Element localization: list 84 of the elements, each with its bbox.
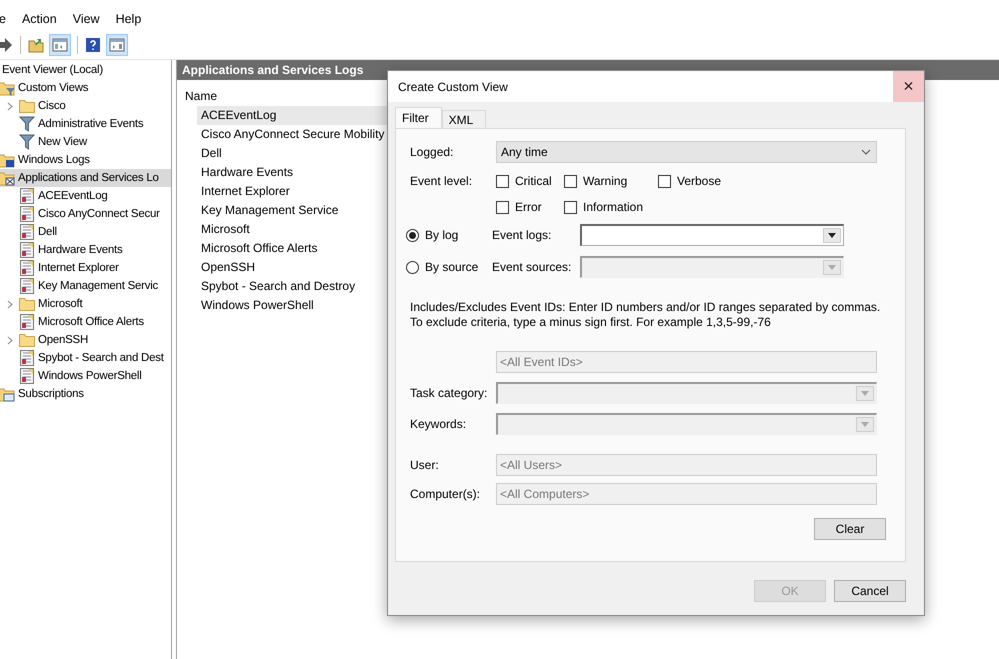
field-label: User:	[410, 458, 440, 472]
folder-icon	[19, 297, 35, 311]
folder-up-icon[interactable]	[28, 37, 44, 53]
log-file-icon	[20, 368, 34, 384]
pane-icon[interactable]	[109, 37, 125, 53]
list-row[interactable]: Microsoft	[197, 220, 387, 239]
tree-item[interactable]: Hardware Events	[2, 241, 171, 259]
tree-item[interactable]: Dell	[2, 223, 171, 241]
field-label: Event level:	[410, 174, 474, 188]
forward-arrow-icon[interactable]	[0, 37, 14, 53]
checkbox[interactable]: Error	[496, 200, 564, 214]
tree-item[interactable]: Subscriptions	[0, 385, 171, 403]
expand-chevron-icon[interactable]	[7, 102, 13, 110]
checkbox[interactable]: Critical	[496, 174, 564, 188]
folder-icon	[19, 99, 35, 113]
folder-filter-icon	[0, 80, 16, 96]
logged-dropdown[interactable]: Any time	[496, 141, 877, 163]
help-icon[interactable]	[85, 37, 101, 53]
tree-item[interactable]: Custom Views	[0, 79, 171, 97]
column-header[interactable]: Name	[177, 86, 385, 106]
tree-item[interactable]: Administrative Events	[2, 115, 171, 133]
expand-chevron-icon[interactable]	[7, 336, 13, 344]
checkbox[interactable]: Verbose	[658, 174, 891, 188]
field-label: Event sources:	[492, 260, 572, 274]
tab[interactable]: Filter	[395, 107, 442, 128]
tree-item[interactable]: Internet Explorer	[2, 259, 171, 277]
dialog-button[interactable]: Cancel	[834, 580, 906, 602]
log-file-icon	[20, 314, 34, 330]
list-row[interactable]: Spybot - Search and Destroy	[197, 277, 387, 296]
tree-item[interactable]: Windows Logs	[0, 151, 171, 169]
folder-icon	[0, 386, 16, 402]
chevron-down-icon	[861, 149, 871, 155]
help-text: Includes/Excludes Event IDs: Enter ID numbers and/or ID ranges separated by commas. To exclude criteria, type a minus sign first. For example 1,3,5-99,-76	[410, 300, 882, 330]
tree-item[interactable]: Windows PowerShell	[2, 367, 171, 385]
folder-icon	[0, 170, 16, 186]
list-row[interactable]: ACEEventLog	[197, 106, 387, 125]
tree-item[interactable]: Microsoft	[2, 295, 171, 313]
tree-item[interactable]: Key Management Servic	[2, 277, 171, 295]
tree-item[interactable]: ACEEventLog	[2, 187, 171, 205]
close-button[interactable]: ×	[893, 71, 924, 102]
log-file-icon	[20, 188, 34, 204]
tree-item[interactable]: New View	[2, 133, 171, 151]
log-file-icon	[20, 350, 34, 366]
list-row[interactable]: Internet Explorer	[197, 182, 387, 201]
log-file-icon	[20, 206, 34, 222]
log-dropdown[interactable]	[580, 224, 844, 246]
expand-chevron-icon[interactable]	[7, 300, 13, 308]
log-file-icon	[20, 278, 34, 294]
tab[interactable]: XML	[442, 110, 486, 128]
checkbox[interactable]: Warning	[564, 174, 658, 188]
tree-item[interactable]: Microsoft Office Alerts	[2, 313, 171, 331]
pane-icon[interactable]	[52, 37, 68, 53]
list-row[interactable]: Windows PowerShell	[197, 296, 387, 315]
field-label: Event logs:	[492, 228, 552, 242]
tree-item[interactable]: Cisco	[2, 97, 171, 115]
clear-button[interactable]: Clear	[814, 518, 886, 540]
tree-item[interactable]: OpenSSH	[2, 331, 171, 349]
tree-item[interactable]: Event Viewer (Local)	[0, 61, 171, 79]
list-row[interactable]: Key Management Service	[197, 201, 387, 220]
tree-item[interactable]: Applications and Services Lo	[0, 169, 171, 187]
filter-icon	[19, 116, 35, 132]
dialog-title: Create Custom View	[397, 80, 509, 94]
list-row[interactable]: OpenSSH	[197, 258, 387, 277]
field-label: Keywords:	[410, 417, 468, 431]
field-label: Logged:	[410, 145, 454, 159]
list-row[interactable]: Microsoft Office Alerts	[197, 239, 387, 258]
menu-item[interactable]: View	[64, 12, 108, 26]
folder-icon	[0, 152, 16, 168]
list-row[interactable]: Hardware Events	[197, 163, 387, 182]
menu-item[interactable]: Help	[108, 12, 150, 26]
filter-icon	[19, 134, 35, 150]
field-label: Task category:	[410, 386, 488, 400]
field-label: Computer(s):	[410, 487, 482, 501]
log-file-icon	[20, 242, 34, 258]
checkbox[interactable]: Information	[564, 200, 658, 214]
tree-item[interactable]: Spybot - Search and Dest	[2, 349, 171, 367]
log-file-icon	[20, 260, 34, 276]
radio-button[interactable]: By log	[406, 228, 492, 242]
list-row[interactable]: Dell	[197, 144, 387, 163]
folder-icon	[19, 333, 35, 347]
list-row[interactable]: Cisco AnyConnect Secure Mobility	[197, 125, 387, 144]
log-file-icon	[20, 224, 34, 240]
tree-item[interactable]: Cisco AnyConnect Secur	[2, 205, 171, 223]
menu-item[interactable]: Action	[14, 12, 65, 26]
